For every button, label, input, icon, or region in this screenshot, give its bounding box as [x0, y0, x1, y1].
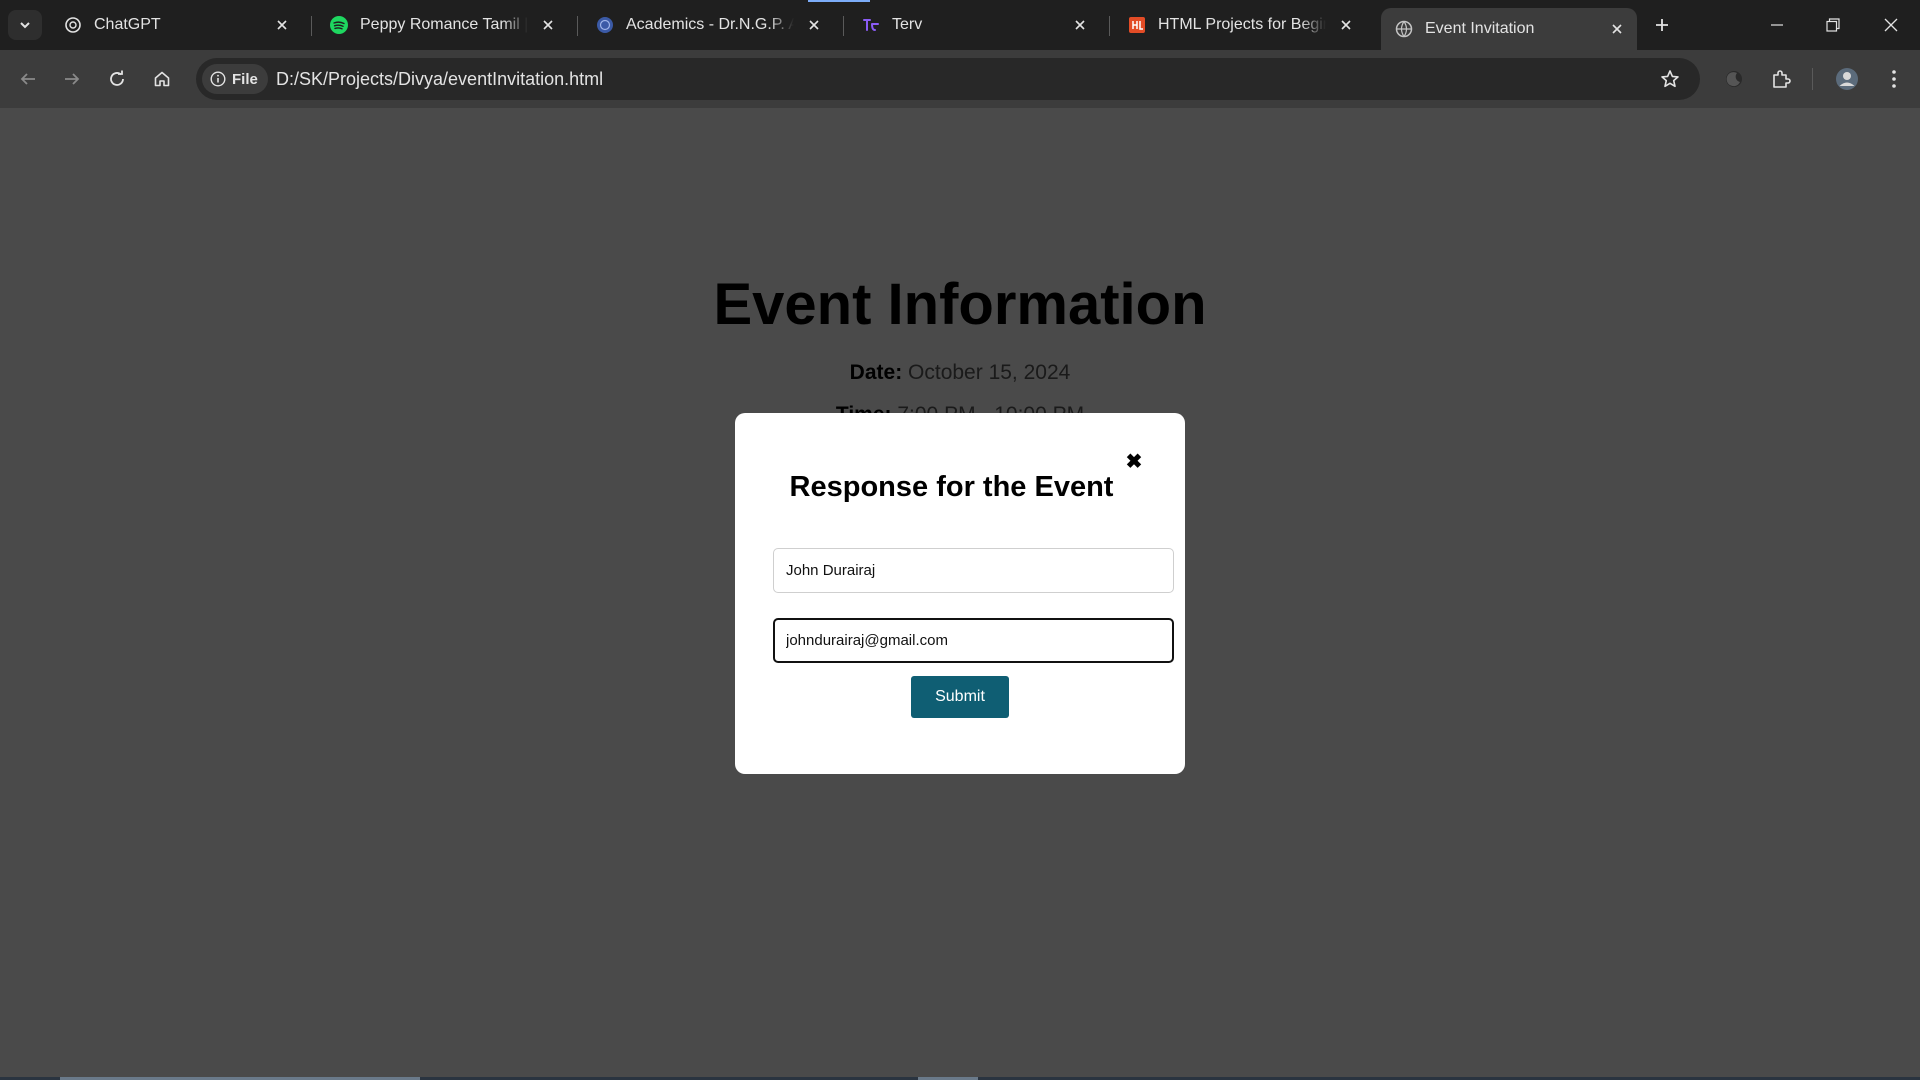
chevron-down-icon	[20, 22, 30, 29]
address-bar[interactable]: File D:/SK/Projects/Divya/eventInvitatio…	[196, 58, 1700, 100]
tab-separator	[1109, 16, 1110, 36]
tab-spotify[interactable]: Peppy Romance Tamil | Spotify	[316, 8, 568, 42]
globe-icon	[1395, 20, 1413, 38]
tab-title: Peppy Romance Tamil | Spotify	[360, 16, 528, 33]
date-label: Date:	[849, 361, 903, 384]
close-tab-icon[interactable]	[802, 13, 826, 37]
modal-close-button[interactable]: ✖	[1123, 451, 1145, 473]
submit-button[interactable]: Submit	[911, 676, 1009, 718]
kebab-menu-icon	[1892, 70, 1896, 88]
tab-html-projects[interactable]: HTML Projects for Beginners	[1114, 8, 1366, 42]
college-icon	[596, 16, 614, 34]
moon-icon	[1726, 71, 1742, 87]
forward-button[interactable]	[56, 63, 88, 95]
avatar-icon	[1836, 68, 1858, 90]
back-button[interactable]	[12, 63, 44, 95]
reload-button[interactable]	[101, 63, 133, 95]
profile-button[interactable]	[1831, 63, 1863, 95]
tab-separator	[577, 16, 578, 36]
tab-title: HTML Projects for Beginners	[1158, 16, 1326, 33]
toolbar-separator	[1812, 68, 1813, 90]
html-projects-icon	[1128, 16, 1146, 34]
minimize-button[interactable]	[1754, 8, 1800, 42]
plus-icon	[1656, 19, 1668, 31]
response-modal: ✖ Response for the Event Submit	[735, 413, 1185, 774]
info-icon	[210, 71, 226, 87]
reload-icon	[110, 70, 124, 86]
extensions-button[interactable]	[1765, 63, 1797, 95]
close-tab-icon[interactable]	[536, 13, 560, 37]
url-text[interactable]: D:/SK/Projects/Divya/eventInvitation.htm…	[276, 69, 603, 90]
restore-button[interactable]	[1810, 8, 1856, 42]
browser-toolbar: File D:/SK/Projects/Divya/eventInvitatio…	[0, 50, 1920, 108]
minimize-icon	[1771, 24, 1783, 26]
arrow-right-icon	[65, 73, 80, 85]
bookmark-button[interactable]	[1654, 63, 1686, 95]
close-tab-icon[interactable]	[270, 13, 294, 37]
email-input[interactable]	[773, 618, 1174, 663]
tab-title: Event Invitation	[1425, 20, 1535, 37]
menu-button[interactable]	[1878, 63, 1910, 95]
tab-strip: ChatGPT Peppy Romance Tamil | Spotify Ac…	[0, 0, 1920, 50]
new-tab-button[interactable]	[1648, 11, 1676, 39]
arrow-left-icon	[20, 73, 35, 85]
restore-icon	[1826, 18, 1840, 32]
tab-separator	[843, 16, 844, 36]
close-window-button[interactable]	[1868, 8, 1914, 42]
close-icon	[1884, 18, 1898, 32]
home-button[interactable]	[146, 63, 178, 95]
tab-academics[interactable]: Academics - Dr.N.G.P. Arts	[582, 8, 834, 42]
tab-search-button[interactable]	[8, 10, 42, 40]
event-date: Date: October 15, 2024	[0, 361, 1920, 385]
event-title: Event Information	[713, 272, 1207, 337]
modal-title: Response for the Event	[789, 471, 1114, 503]
close-tab-icon[interactable]	[1605, 17, 1629, 41]
tab-event-invitation[interactable]: Event Invitation	[1381, 8, 1637, 50]
close-icon: ✖	[1125, 451, 1143, 473]
name-input[interactable]	[773, 548, 1174, 593]
home-icon	[154, 71, 170, 87]
site-info-label: File	[232, 70, 258, 88]
date-value: October 15, 2024	[908, 361, 1071, 384]
tab-terv[interactable]: Terv	[848, 8, 1100, 42]
tab-title: ChatGPT	[94, 16, 161, 33]
page-content: Event Information Date: October 15, 2024…	[0, 108, 1920, 1078]
site-info-chip[interactable]: File	[202, 64, 268, 94]
loading-indicator	[808, 0, 870, 2]
star-icon	[1661, 70, 1679, 88]
terv-icon	[862, 16, 880, 34]
tab-title: Terv	[892, 16, 923, 33]
close-tab-icon[interactable]	[1068, 13, 1092, 37]
tab-separator	[311, 16, 312, 36]
tab-title: Academics - Dr.N.G.P. Arts	[626, 16, 794, 33]
close-tab-icon[interactable]	[1334, 13, 1358, 37]
dark-mode-extension-button[interactable]	[1718, 63, 1750, 95]
tab-chatgpt[interactable]: ChatGPT	[50, 8, 302, 42]
spotify-icon	[330, 16, 348, 34]
puzzle-icon	[1773, 70, 1791, 88]
chatgpt-icon	[64, 16, 82, 34]
